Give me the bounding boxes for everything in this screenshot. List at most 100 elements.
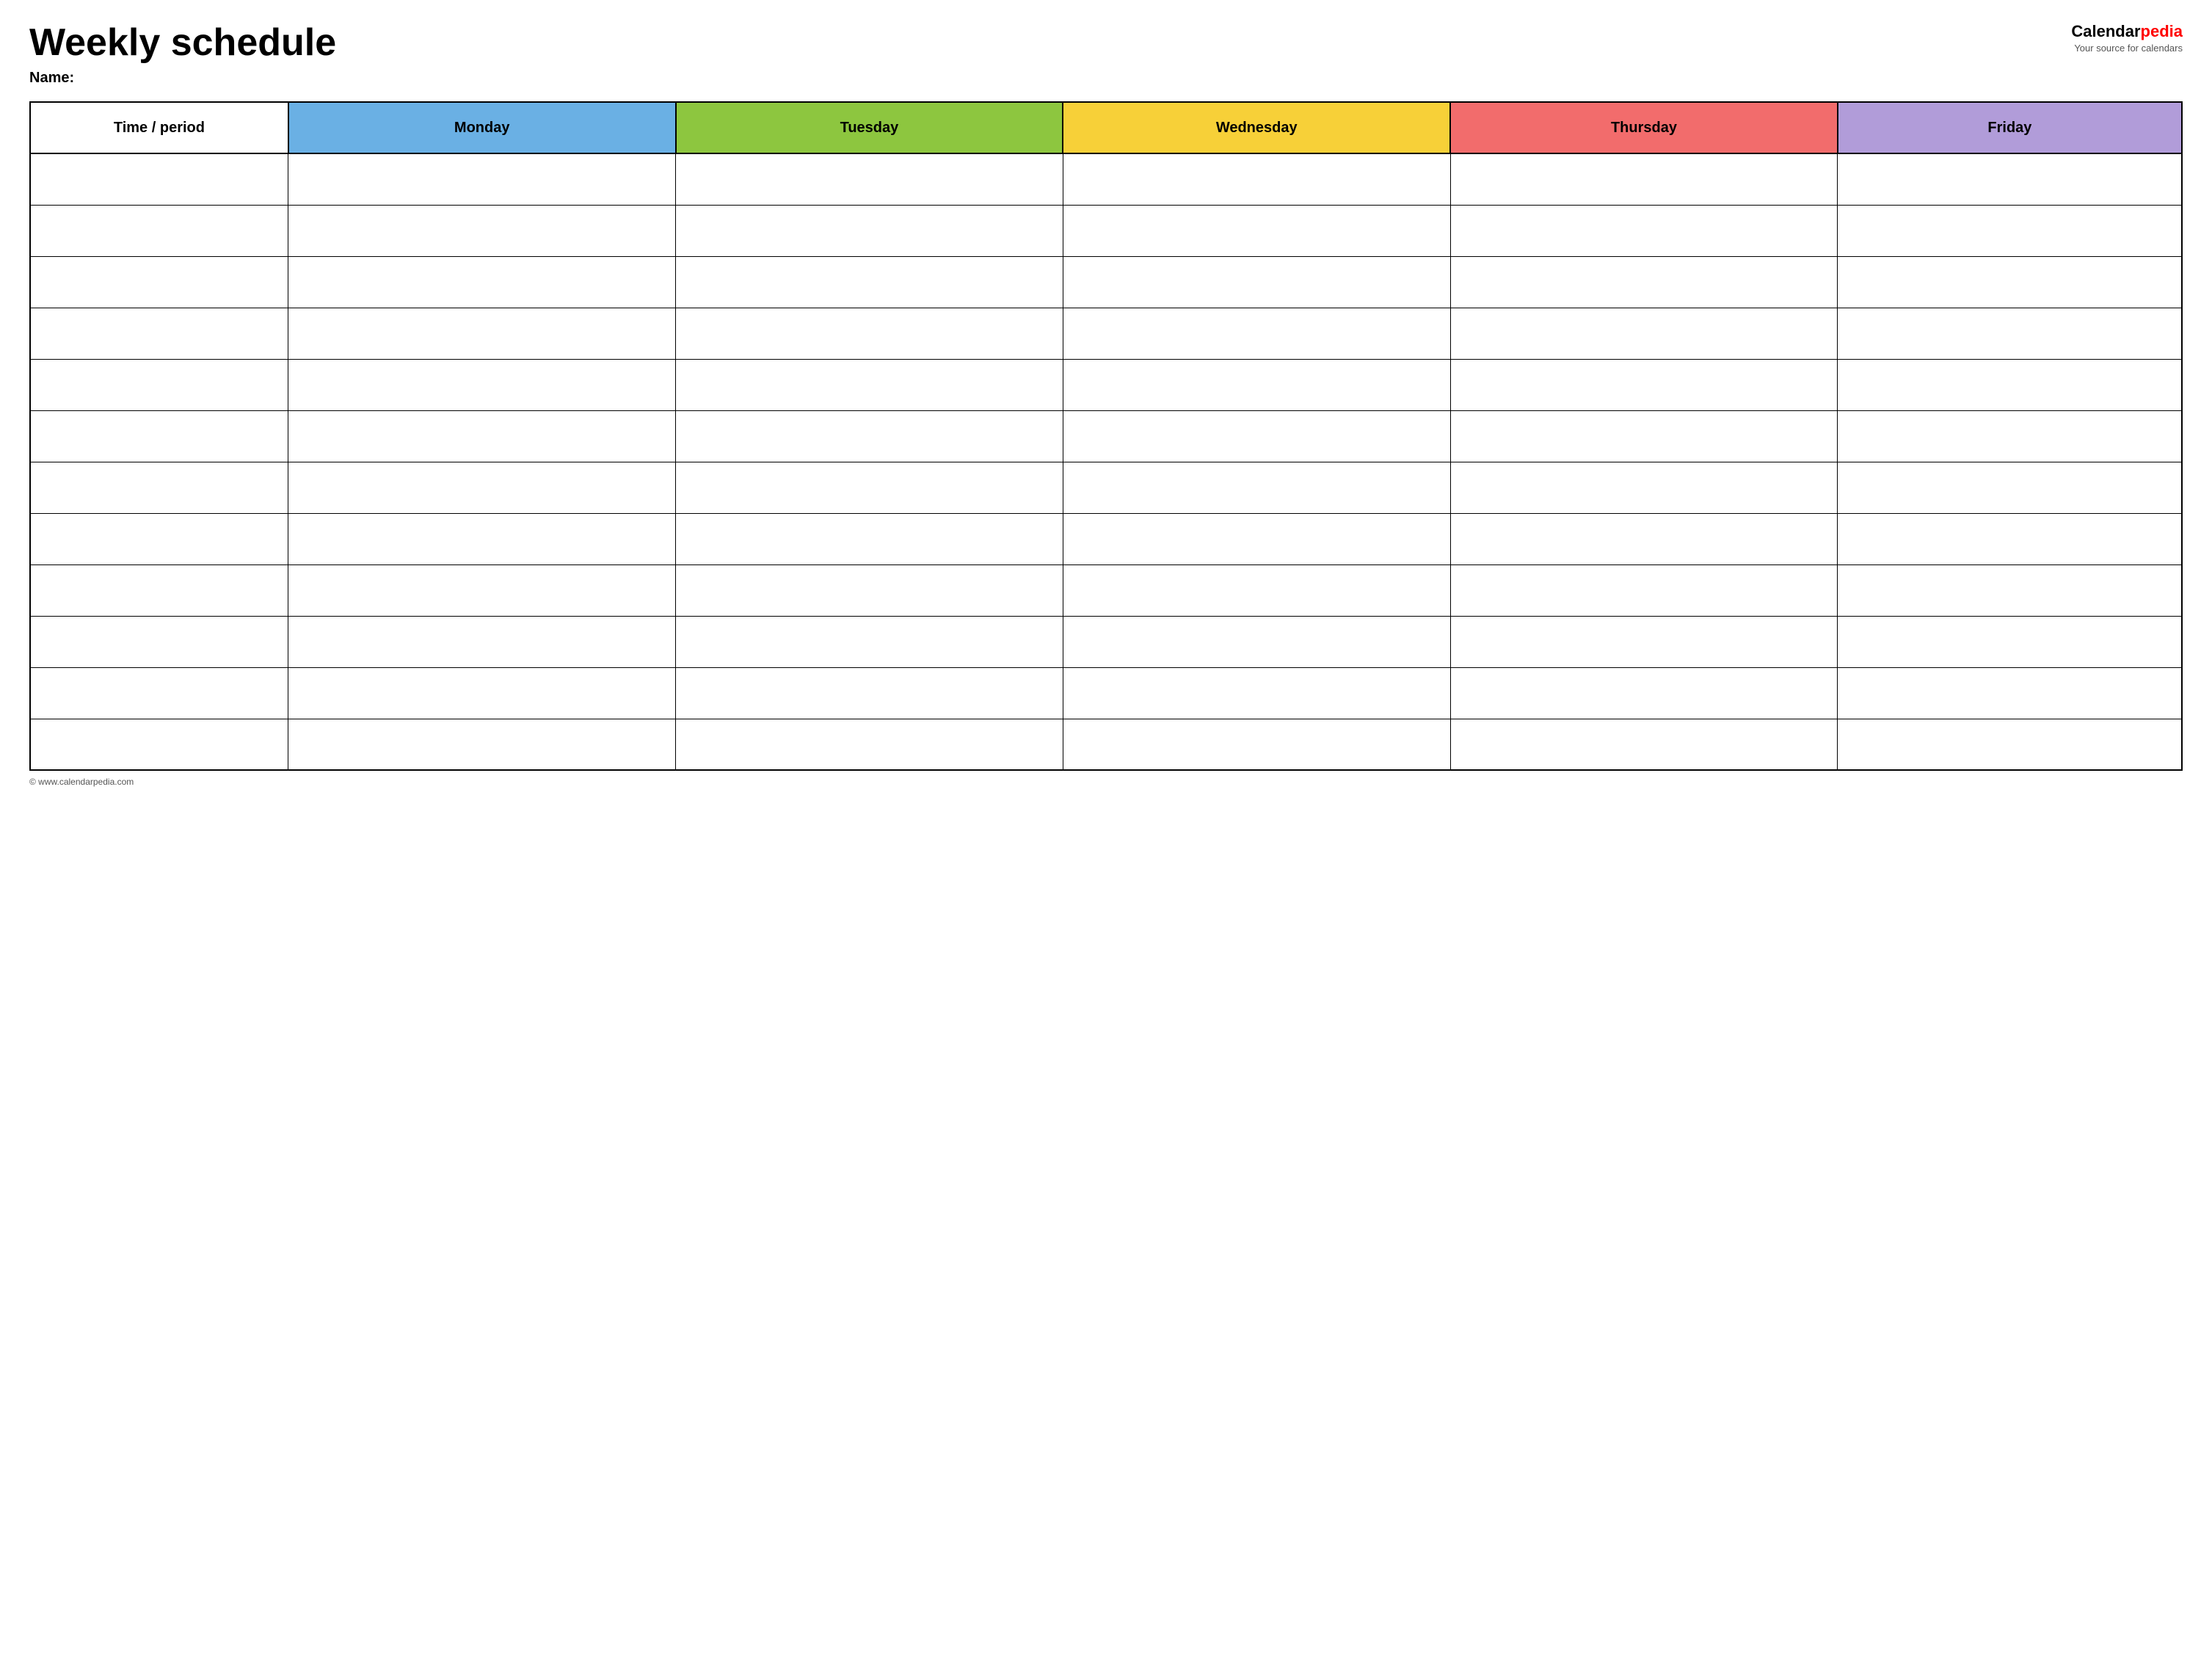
table-row [30, 564, 2182, 616]
table-cell[interactable] [1450, 513, 1838, 564]
table-cell[interactable] [676, 153, 1063, 205]
table-cell[interactable] [30, 205, 288, 256]
header: Weekly schedule Name: Calendarpedia Your… [29, 22, 2183, 87]
table-cell[interactable] [1838, 616, 2182, 667]
col-header-thursday: Thursday [1450, 102, 1838, 153]
table-cell[interactable] [676, 308, 1063, 359]
table-cell[interactable] [30, 513, 288, 564]
table-cell[interactable] [1450, 667, 1838, 719]
table-row [30, 513, 2182, 564]
table-cell[interactable] [1838, 359, 2182, 410]
table-cell[interactable] [1063, 410, 1450, 462]
title-section: Weekly schedule Name: [29, 22, 336, 87]
schedule-table: Time / period Monday Tuesday Wednesday T… [29, 101, 2183, 771]
table-cell[interactable] [30, 256, 288, 308]
table-cell[interactable] [1838, 256, 2182, 308]
table-cell[interactable] [1838, 462, 2182, 513]
col-header-tuesday: Tuesday [676, 102, 1063, 153]
table-cell[interactable] [30, 410, 288, 462]
table-cell[interactable] [288, 256, 676, 308]
table-cell[interactable] [1450, 256, 1838, 308]
table-cell[interactable] [1838, 153, 2182, 205]
table-cell[interactable] [288, 410, 676, 462]
table-cell[interactable] [1450, 462, 1838, 513]
name-label: Name: [29, 70, 336, 87]
table-row [30, 308, 2182, 359]
table-cell[interactable] [1063, 462, 1450, 513]
table-cell[interactable] [30, 308, 288, 359]
table-cell[interactable] [288, 667, 676, 719]
table-cell[interactable] [288, 564, 676, 616]
logo-calendar: Calendar [2071, 22, 2140, 40]
table-cell[interactable] [1450, 308, 1838, 359]
table-cell[interactable] [676, 667, 1063, 719]
table-cell[interactable] [1063, 719, 1450, 770]
table-cell[interactable] [1450, 616, 1838, 667]
logo-text: Calendarpedia [2071, 22, 2183, 41]
table-cell[interactable] [288, 153, 676, 205]
footer: © www.calendarpedia.com [29, 777, 2183, 787]
table-cell[interactable] [288, 513, 676, 564]
table-cell[interactable] [1450, 719, 1838, 770]
table-cell[interactable] [1063, 513, 1450, 564]
table-cell[interactable] [676, 719, 1063, 770]
table-cell[interactable] [676, 462, 1063, 513]
table-cell[interactable] [1838, 410, 2182, 462]
table-cell[interactable] [676, 359, 1063, 410]
table-cell[interactable] [676, 616, 1063, 667]
col-header-friday: Friday [1838, 102, 2182, 153]
table-cell[interactable] [1838, 719, 2182, 770]
table-cell[interactable] [30, 359, 288, 410]
table-cell[interactable] [1450, 153, 1838, 205]
table-row [30, 462, 2182, 513]
col-header-monday: Monday [288, 102, 676, 153]
table-row [30, 719, 2182, 770]
table-cell[interactable] [1063, 616, 1450, 667]
table-cell[interactable] [1450, 564, 1838, 616]
table-cell[interactable] [1838, 308, 2182, 359]
table-cell[interactable] [1838, 205, 2182, 256]
table-row [30, 616, 2182, 667]
table-cell[interactable] [1450, 205, 1838, 256]
table-cell[interactable] [1063, 564, 1450, 616]
table-cell[interactable] [676, 410, 1063, 462]
table-cell[interactable] [1063, 667, 1450, 719]
table-row [30, 410, 2182, 462]
table-cell[interactable] [676, 256, 1063, 308]
table-cell[interactable] [288, 205, 676, 256]
table-cell[interactable] [288, 462, 676, 513]
table-cell[interactable] [30, 564, 288, 616]
table-row [30, 359, 2182, 410]
table-cell[interactable] [30, 719, 288, 770]
table-cell[interactable] [1838, 564, 2182, 616]
table-row [30, 153, 2182, 205]
table-cell[interactable] [30, 462, 288, 513]
table-cell[interactable] [1063, 256, 1450, 308]
table-cell[interactable] [1838, 667, 2182, 719]
page-title: Weekly schedule [29, 22, 336, 64]
table-cell[interactable] [1063, 308, 1450, 359]
logo-pedia: pedia [2141, 22, 2183, 40]
table-cell[interactable] [1063, 153, 1450, 205]
footer-text: © www.calendarpedia.com [29, 777, 134, 787]
logo-area: Calendarpedia Your source for calendars [2071, 22, 2183, 54]
table-cell[interactable] [30, 616, 288, 667]
table-cell[interactable] [288, 359, 676, 410]
col-header-wednesday: Wednesday [1063, 102, 1450, 153]
table-cell[interactable] [30, 667, 288, 719]
table-cell[interactable] [288, 308, 676, 359]
table-cell[interactable] [288, 616, 676, 667]
table-cell[interactable] [1838, 513, 2182, 564]
table-cell[interactable] [1450, 359, 1838, 410]
header-row: Time / period Monday Tuesday Wednesday T… [30, 102, 2182, 153]
logo-subtitle: Your source for calendars [2074, 43, 2183, 54]
table-cell[interactable] [676, 205, 1063, 256]
table-cell[interactable] [676, 513, 1063, 564]
table-row [30, 205, 2182, 256]
table-cell[interactable] [288, 719, 676, 770]
table-cell[interactable] [30, 153, 288, 205]
table-cell[interactable] [1063, 359, 1450, 410]
table-cell[interactable] [1063, 205, 1450, 256]
table-cell[interactable] [676, 564, 1063, 616]
table-cell[interactable] [1450, 410, 1838, 462]
